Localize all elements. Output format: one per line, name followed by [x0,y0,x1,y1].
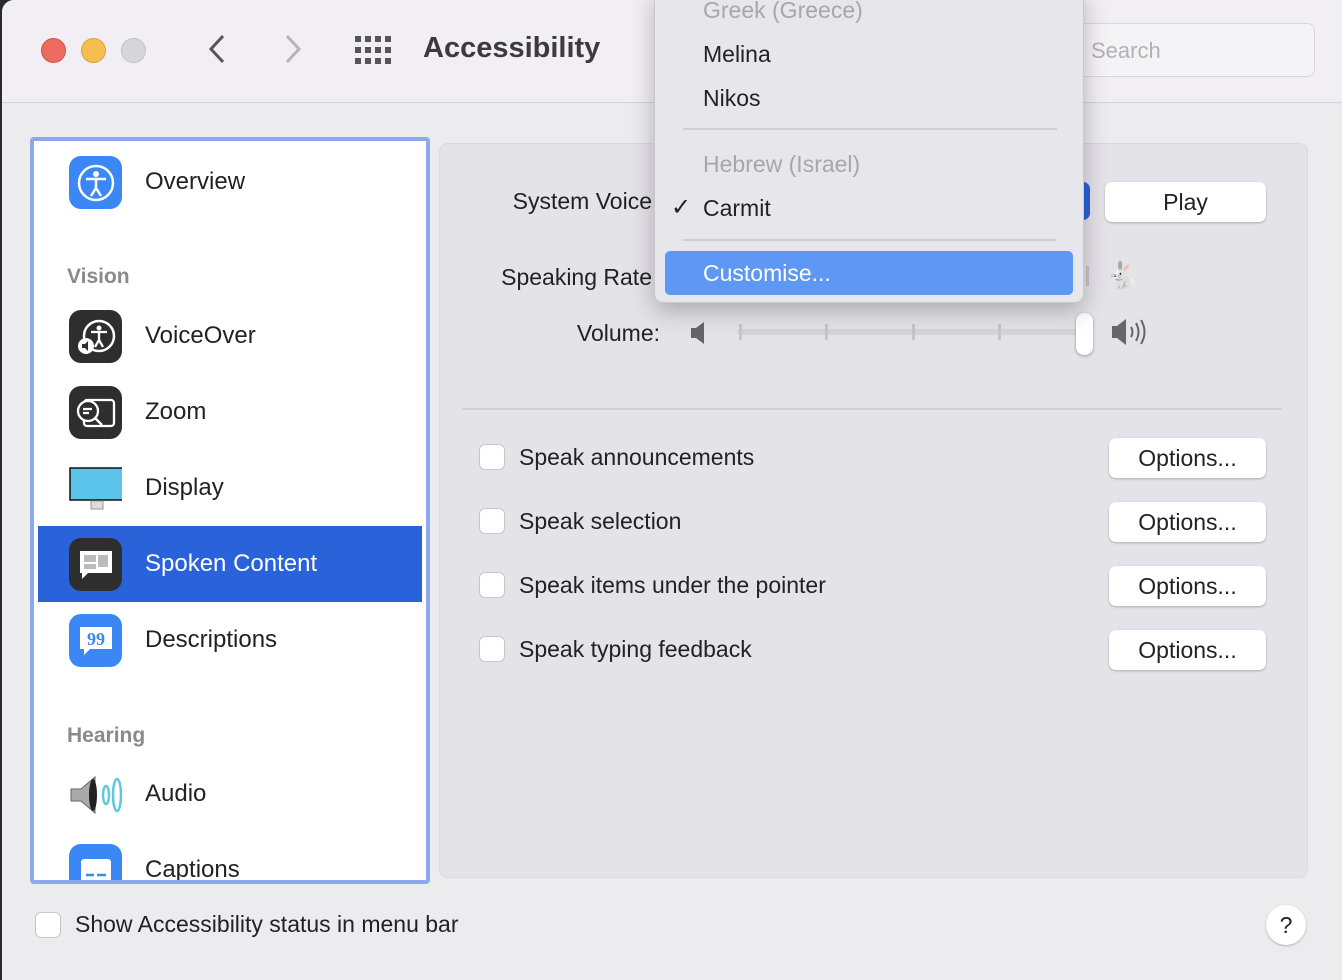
rabbit-icon: 🐇 [1106,260,1139,290]
show-all-grid-icon[interactable] [355,36,391,64]
help-button[interactable]: ? [1266,905,1306,945]
speak-typing-feedback-options-button[interactable]: Options... [1109,630,1266,670]
sidebar-item-label: Display [145,474,224,501]
sidebar-item-display[interactable]: Display [38,450,422,526]
divider [462,408,1282,410]
speak-announcements-options-button[interactable]: Options... [1109,438,1266,478]
section-header-hearing: Hearing [67,724,146,747]
search-input[interactable]: Search [1060,23,1315,77]
speak-announcements-label: Speak announcements [519,444,755,470]
volume-slider-tick [739,324,742,340]
speak-items-under-pointer-label: Speak items under the pointer [519,572,826,598]
menu-separator [683,239,1057,241]
menu-item-carmit[interactable]: Carmit [703,195,771,222]
volume-slider-tick [825,324,829,340]
show-status-menu-bar-label: Show Accessibility status in menu bar [75,911,459,937]
speak-selection-checkbox[interactable] [479,508,505,534]
speak-items-under-pointer-options-button[interactable]: Options... [1109,566,1266,606]
volume-slider[interactable] [737,329,1084,335]
volume-high-icon [1112,319,1146,345]
sidebar-item-label: Audio [145,780,207,807]
menu-separator [683,128,1057,130]
minimize-button[interactable] [81,38,106,63]
show-status-menu-bar-checkbox[interactable] [35,912,61,938]
sidebar-item-audio[interactable]: Audio [38,756,422,832]
sidebar-item-label: Descriptions [145,626,278,653]
sidebar-item-captions[interactable]: Captions [38,832,422,883]
captions-icon [69,844,122,880]
menu-header-greek: Greek (Greece) [703,0,863,23]
speaking-rate-tick [1086,266,1089,286]
sidebar-item-overview[interactable]: Overview [38,144,422,220]
menu-item-nikos[interactable]: Nikos [703,85,761,112]
sidebar-item-voiceover[interactable]: VoiceOver [38,298,422,374]
volume-low-icon [691,322,704,344]
svg-text:99: 99 [87,629,105,649]
close-button[interactable] [41,38,66,63]
zoom-icon [69,386,122,439]
display-icon [69,462,122,515]
sidebar-item-label: Captions [145,856,240,883]
descriptions-icon: 99 [69,614,122,667]
sidebar-item-label: Spoken Content [145,550,318,577]
spoken-content-icon [69,538,122,591]
sidebar-item-zoom[interactable]: Zoom [38,374,422,450]
speak-typing-feedback-checkbox[interactable] [479,636,505,662]
back-chevron-icon[interactable] [206,33,228,65]
sidebar-item-descriptions[interactable]: 99 Descriptions [38,602,422,678]
accessibility-icon [69,156,122,209]
menu-item-melina[interactable]: Melina [703,41,771,68]
menu-header-hebrew: Hebrew (Israel) [703,151,861,177]
menu-item-customise[interactable]: Customise... [665,251,1073,295]
sidebar-item-label: Zoom [145,398,207,425]
menu-item-customise-label: Customise... [703,260,831,286]
sidebar-item-label: Overview [145,168,246,195]
volume-slider-tick [911,324,915,340]
speak-typing-feedback-label: Speak typing feedback [519,636,752,662]
play-button[interactable]: Play [1105,182,1266,222]
system-voice-label: System Voice [512,188,652,214]
forward-chevron-icon[interactable] [282,33,304,65]
sidebar-item-label: VoiceOver [145,322,256,349]
speak-selection-options-button[interactable]: Options... [1109,502,1266,542]
checkmark-icon: ✓ [671,194,692,221]
sidebar[interactable]: Overview Vision VoiceOver Zoom Display S… [30,137,430,884]
volume-label: Volume: [576,320,660,346]
section-header-vision: Vision [67,265,130,288]
sidebar-item-spoken-content[interactable]: Spoken Content [38,526,422,602]
preferences-window: Accessibility Search Overview Vision Voi… [2,0,1342,980]
speak-announcements-checkbox[interactable] [479,444,505,470]
speak-selection-label: Speak selection [519,508,682,534]
voiceover-icon [69,310,122,363]
zoom-button[interactable] [121,38,146,63]
volume-slider-tick [997,324,1001,340]
volume-slider-thumb[interactable] [1076,313,1093,355]
speak-items-under-pointer-checkbox[interactable] [479,572,505,598]
system-voice-menu[interactable]: Greek (Greece) Melina Nikos Hebrew (Isra… [654,0,1084,303]
audio-icon [69,768,122,821]
speaking-rate-label: Speaking Rate [501,264,652,290]
window-title: Accessibility [423,32,601,64]
